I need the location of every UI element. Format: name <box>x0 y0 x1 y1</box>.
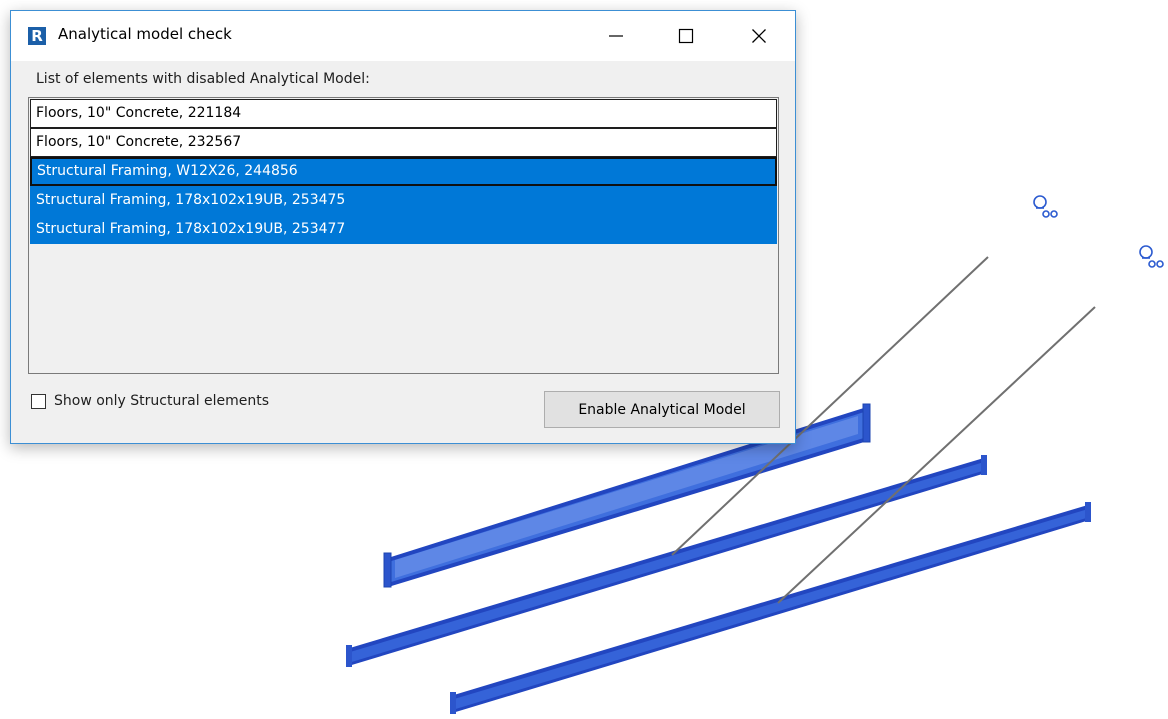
title-bar[interactable]: R Analytical model check <box>11 11 795 61</box>
analytical-node-icon[interactable] <box>1033 195 1058 218</box>
maximize-icon <box>678 28 694 44</box>
minimize-icon <box>609 35 623 37</box>
analytical-model-check-dialog: R Analytical model check List of element… <box>10 10 796 444</box>
enable-analytical-model-button[interactable]: Enable Analytical Model <box>544 391 780 428</box>
show-structural-checkbox[interactable] <box>31 393 46 409</box>
close-button[interactable] <box>731 11 787 61</box>
checkbox-label: Show only Structural elements <box>54 393 270 409</box>
list-item[interactable]: Structural Framing, W12X26, 244856 <box>30 157 777 186</box>
list-item[interactable]: Structural Framing, 178x102x19UB, 253477 <box>30 215 777 244</box>
dialog-title: Analytical model check <box>58 25 232 43</box>
close-icon <box>752 29 766 43</box>
show-structural-checkbox-row[interactable]: Show only Structural elements <box>31 393 269 409</box>
list-item[interactable]: Floors, 10" Concrete, 221184 <box>30 99 777 128</box>
revit-app-icon: R <box>28 27 46 45</box>
elements-listbox[interactable]: Floors, 10" Concrete, 221184 Floors, 10"… <box>28 97 779 374</box>
list-label: List of elements with disabled Analytica… <box>36 71 370 87</box>
analytical-node-icon[interactable] <box>1139 245 1164 268</box>
list-item[interactable]: Floors, 10" Concrete, 232567 <box>30 128 777 157</box>
maximize-button[interactable] <box>658 11 714 61</box>
minimize-button[interactable] <box>588 11 644 61</box>
list-item[interactable]: Structural Framing, 178x102x19UB, 253475 <box>30 186 777 215</box>
